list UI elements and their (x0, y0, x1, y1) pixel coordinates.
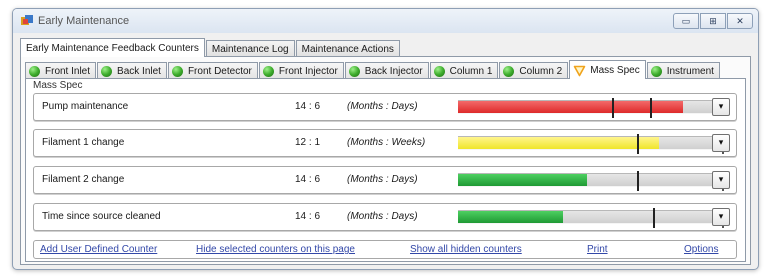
counter-value: 14 : 6 (295, 101, 321, 112)
counter-row-pump-maintenance[interactable]: Pump maintenance 14 : 6 (Months : Days) … (33, 93, 737, 121)
threshold-marker (649, 98, 652, 118)
tab-mass-spec[interactable]: Mass Spec (569, 60, 646, 79)
title-bar[interactable]: Early Maintenance ▭ ⊞ ✕ (13, 9, 758, 33)
window-title: Early Maintenance (38, 15, 130, 27)
tab-label: Front Inlet (45, 66, 91, 77)
status-ok-icon (29, 66, 40, 77)
tab-back-inlet[interactable]: Back Inlet (97, 62, 167, 79)
tab-column-1[interactable]: Column 1 (429, 62, 499, 79)
mass-spec-panel: Mass Spec Pump maintenance 14 : 6 (Month… (25, 78, 746, 262)
tab-label: Back Injector (364, 66, 423, 77)
tab-label: Back Inlet (117, 66, 161, 77)
warning-icon (573, 65, 586, 76)
counter-menu-button[interactable]: ▾ (712, 208, 730, 226)
options-link[interactable]: Options (684, 244, 718, 255)
counter-name: Time since source cleaned (42, 211, 161, 222)
minimize-button[interactable]: ▭ (673, 13, 699, 29)
progress-bar (458, 134, 726, 154)
counter-value: 14 : 6 (295, 174, 321, 185)
counter-units: (Months : Weeks) (347, 137, 426, 148)
tab-feedback-counters[interactable]: Early Maintenance Feedback Counters (20, 38, 205, 57)
counter-row-filament-1[interactable]: Filament 1 change 12 : 1 (Months : Weeks… (33, 129, 737, 157)
progress-fill (458, 211, 563, 223)
threshold-marker (636, 134, 639, 154)
status-ok-icon (503, 66, 515, 77)
main-tab-strip: Early Maintenance Feedback Counters Main… (20, 38, 401, 57)
tab-front-inlet[interactable]: Front Inlet (25, 62, 97, 79)
tab-front-injector[interactable]: Front Injector (258, 62, 344, 79)
status-ok-icon (101, 66, 113, 77)
maximize-button[interactable]: ⊞ (700, 13, 726, 29)
counter-name: Filament 2 change (42, 174, 125, 185)
tab-maintenance-log[interactable]: Maintenance Log (205, 40, 295, 57)
tab-label: Column 1 (449, 66, 493, 77)
counter-row-source-cleaned[interactable]: Time since source cleaned 14 : 6 (Months… (33, 203, 737, 231)
show-hidden-link[interactable]: Show all hidden counters (410, 244, 522, 255)
app-icon (21, 15, 33, 25)
tab-label: Front Detector (187, 66, 252, 77)
group-title: Mass Spec (33, 80, 83, 91)
counter-units: (Months : Days) (347, 101, 418, 112)
print-link[interactable]: Print (587, 244, 608, 255)
tab-label: Instrument (666, 66, 714, 77)
counter-value: 12 : 1 (295, 137, 321, 148)
counter-row-filament-2[interactable]: Filament 2 change 14 : 6 (Months : Days)… (33, 166, 737, 194)
counter-menu-button[interactable]: ▾ (712, 171, 730, 189)
tab-maintenance-actions[interactable]: Maintenance Actions (295, 40, 400, 57)
tab-instrument[interactable]: Instrument (646, 62, 720, 79)
module-tab-strip: Front Inlet Back Inlet Front Detector Fr… (25, 60, 721, 79)
tab-label: Front Injector (278, 66, 338, 77)
threshold-marker (636, 171, 639, 191)
tab-label: Column 2 (519, 66, 563, 77)
tab-column-2[interactable]: Column 2 (499, 62, 569, 79)
status-ok-icon (433, 66, 445, 77)
counter-name: Pump maintenance (42, 101, 129, 112)
tab-label: Mass Spec (590, 65, 640, 76)
tab-front-detector[interactable]: Front Detector (167, 62, 258, 79)
counter-menu-button[interactable]: ▾ (712, 134, 730, 152)
threshold-marker (652, 208, 655, 228)
status-ok-icon (171, 66, 183, 77)
progress-bar (458, 98, 726, 118)
window-controls: ▭ ⊞ ✕ (672, 13, 753, 29)
counter-name: Filament 1 change (42, 137, 125, 148)
progress-bar (458, 171, 726, 191)
counter-value: 14 : 6 (295, 211, 321, 222)
tab-back-injector[interactable]: Back Injector (344, 62, 429, 79)
counter-units: (Months : Days) (347, 174, 418, 185)
status-ok-icon (650, 66, 662, 77)
counter-units: (Months : Days) (347, 211, 418, 222)
counter-menu-button[interactable]: ▾ (712, 98, 730, 116)
progress-fill (458, 137, 659, 149)
add-counter-link[interactable]: Add User Defined Counter (40, 244, 157, 255)
feedback-counters-panel: Front Inlet Back Inlet Front Detector Fr… (20, 56, 751, 265)
progress-bar (458, 208, 726, 228)
status-ok-icon (262, 66, 274, 77)
threshold-marker (612, 98, 615, 118)
status-ok-icon (348, 66, 360, 77)
progress-fill (458, 174, 587, 186)
hide-counters-link[interactable]: Hide selected counters on this page (196, 244, 355, 255)
action-links-bar: Add User Defined Counter Hide selected c… (33, 240, 737, 259)
close-button[interactable]: ✕ (727, 13, 753, 29)
early-maintenance-window: Early Maintenance ▭ ⊞ ✕ Early Maintenanc… (12, 8, 759, 270)
